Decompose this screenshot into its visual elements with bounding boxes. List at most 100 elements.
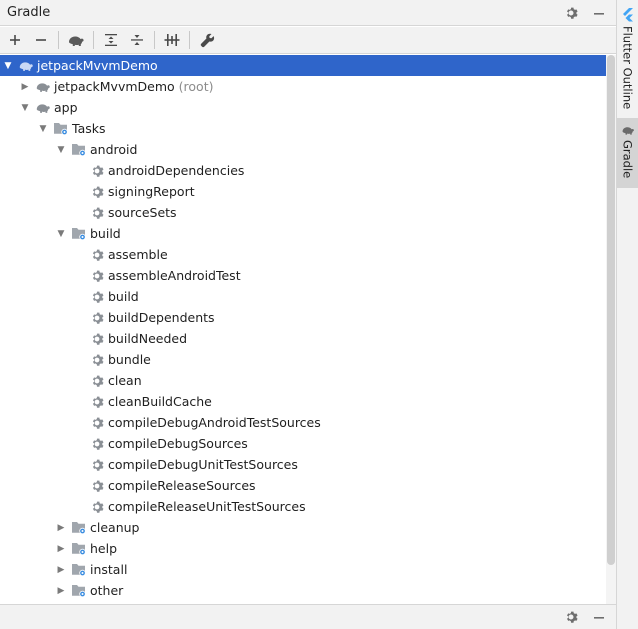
gradle-panel: Gradle ▼ jetpackMvvmDemo ▶ jetpackMvvmDe…: [0, 0, 616, 629]
chevron-right-icon[interactable]: ▶: [55, 564, 67, 576]
tree-item-task[interactable]: compileReleaseUnitTestSources: [0, 496, 606, 517]
wrench-icon: [200, 33, 214, 47]
folder-icon: [71, 142, 87, 158]
folder-icon: [71, 541, 87, 557]
tree-item-label: sourceSets: [108, 205, 177, 220]
tree-item-task[interactable]: androidDependencies: [0, 160, 606, 181]
gear-icon: [89, 247, 105, 263]
remove-button[interactable]: [30, 29, 52, 51]
tree-item-task[interactable]: compileReleaseSources: [0, 475, 606, 496]
chevron-right-icon[interactable]: ▶: [55, 543, 67, 555]
chevron-down-icon[interactable]: ▼: [55, 228, 67, 240]
tree-item-build-group[interactable]: ▼ build: [0, 223, 606, 244]
folder-icon: [71, 562, 87, 578]
tree-item-group[interactable]: ▶ cleanup: [0, 517, 606, 538]
tree-item-group[interactable]: ▶ other: [0, 580, 606, 601]
gear-icon[interactable]: [562, 608, 580, 626]
minus-icon: [36, 39, 46, 41]
add-button[interactable]: [4, 29, 26, 51]
gradle-task-tree: ▼ jetpackMvvmDemo ▶ jetpackMvvmDemo (root) ▼ a…: [0, 55, 606, 604]
tree-item-task[interactable]: bundle: [0, 349, 606, 370]
tree-item-task[interactable]: sourceSets: [0, 202, 606, 223]
gear-icon: [89, 310, 105, 326]
tree-item-label: assemble: [108, 247, 168, 262]
expand-all-button[interactable]: [100, 29, 122, 51]
tree-item-root[interactable]: ▼ jetpackMvvmDemo: [0, 55, 606, 76]
tree-item-label: build: [90, 226, 121, 241]
tree-item-app[interactable]: ▼ app: [0, 97, 606, 118]
tree-item-label: signingReport: [108, 184, 195, 199]
folder-icon: [71, 583, 87, 599]
flutter-outline-tab-label: Flutter Outline: [620, 26, 635, 110]
chevron-right-icon[interactable]: ▶: [55, 585, 67, 597]
minimize-icon[interactable]: [590, 608, 608, 626]
tree-item-task[interactable]: compileDebugSources: [0, 433, 606, 454]
tree-item-label: build: [108, 289, 139, 304]
tree-item-group[interactable]: ▶ help: [0, 538, 606, 559]
gear-icon: [89, 331, 105, 347]
tree-item-task[interactable]: compileDebugUnitTestSources: [0, 454, 606, 475]
gradle-tab[interactable]: Gradle: [617, 118, 638, 188]
tree-item-task[interactable]: signingReport: [0, 181, 606, 202]
tree-item-project-root[interactable]: ▶ jetpackMvvmDemo (root): [0, 76, 606, 97]
tree-item-task[interactable]: build: [0, 286, 606, 307]
minimize-icon[interactable]: [590, 3, 608, 23]
gear-icon: [89, 352, 105, 368]
tree-item-label: compileReleaseUnitTestSources: [108, 499, 306, 514]
chevron-down-icon[interactable]: ▼: [2, 60, 14, 72]
tree-item-task[interactable]: assembleAndroidTest: [0, 265, 606, 286]
gear-icon: [89, 457, 105, 473]
folder-icon: [53, 121, 69, 137]
toggle-offline-mode-button[interactable]: [161, 29, 183, 51]
tree-item-label: androidDependencies: [108, 163, 245, 178]
gear-icon[interactable]: [562, 3, 580, 23]
tree-item-label: compileDebugAndroidTestSources: [108, 415, 321, 430]
chevron-down-icon[interactable]: ▼: [55, 144, 67, 156]
tree-item-tasks[interactable]: ▼ Tasks: [0, 118, 606, 139]
panel-bottom-bar: [0, 604, 616, 629]
tree-item-task[interactable]: cleanBuildCache: [0, 391, 606, 412]
toolbar-separator: [58, 31, 59, 49]
tree-item-task[interactable]: buildDependents: [0, 307, 606, 328]
gear-icon: [89, 415, 105, 431]
tree-item-label: jetpackMvvmDemo: [37, 58, 158, 73]
tree-item-label: jetpackMvvmDemo: [54, 79, 175, 94]
tree-item-label: bundle: [108, 352, 151, 367]
expand-all-icon: [105, 34, 117, 46]
build-tool-settings-button[interactable]: [196, 29, 218, 51]
chevron-down-icon[interactable]: ▼: [19, 102, 31, 114]
gradle-elephant-icon: [622, 127, 634, 135]
gear-icon: [89, 289, 105, 305]
plus-icon: [10, 35, 20, 45]
chevron-right-icon[interactable]: ▶: [55, 522, 67, 534]
scrollbar-thumb[interactable]: [607, 55, 615, 565]
tree-item-group[interactable]: ▶ install: [0, 559, 606, 580]
tree-item-label: install: [90, 562, 128, 577]
tree-item-task[interactable]: assemble: [0, 244, 606, 265]
toolbar-separator: [93, 31, 94, 49]
tree-item-label: assembleAndroidTest: [108, 268, 241, 283]
tree-item-label: cleanup: [90, 520, 140, 535]
tree-item-label: other: [90, 583, 124, 598]
gear-icon: [89, 373, 105, 389]
gradle-elephant-icon: [69, 36, 84, 46]
folder-icon: [71, 520, 87, 536]
tree-item-task[interactable]: compileDebugAndroidTestSources: [0, 412, 606, 433]
flutter-outline-tab[interactable]: Flutter Outline: [617, 6, 638, 112]
gear-icon: [89, 163, 105, 179]
gradle-icon: [35, 79, 51, 95]
tree-item-task[interactable]: clean: [0, 370, 606, 391]
execute-gradle-task-button[interactable]: [65, 29, 87, 51]
tree-item-task[interactable]: buildNeeded: [0, 328, 606, 349]
gear-icon: [89, 394, 105, 410]
gradle-toolbar: [0, 27, 616, 54]
tree-item-android-group[interactable]: ▼ android: [0, 139, 606, 160]
chevron-down-icon[interactable]: ▼: [37, 123, 49, 135]
chevron-right-icon[interactable]: ▶: [19, 81, 31, 93]
collapse-all-button[interactable]: [126, 29, 148, 51]
tree-item-label: compileDebugUnitTestSources: [108, 457, 298, 472]
vertical-scrollbar[interactable]: [606, 55, 616, 604]
panel-title: Gradle: [7, 5, 51, 20]
panel-title-bar: Gradle: [0, 0, 616, 26]
gradle-icon: [18, 58, 34, 74]
